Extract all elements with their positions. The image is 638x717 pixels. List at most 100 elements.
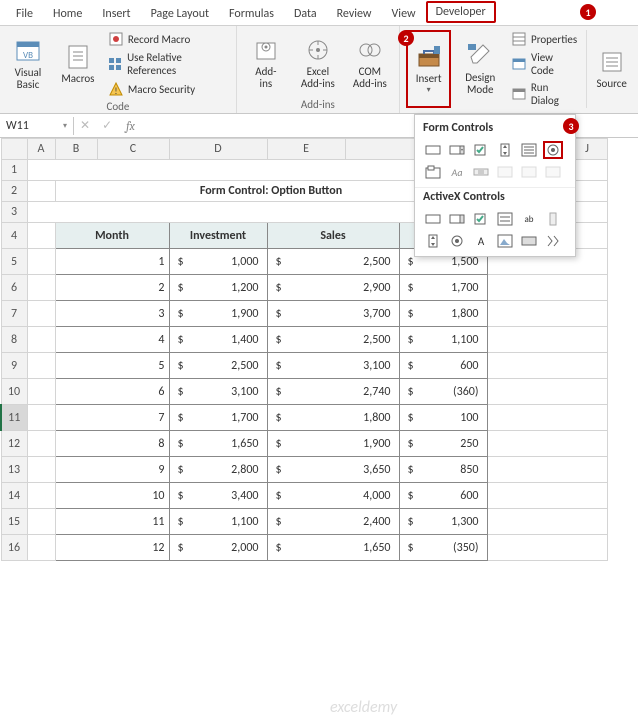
cell-sales[interactable]: $2,500 [267,327,399,353]
cell-profitloss[interactable]: $100 [399,405,487,431]
cell-investment[interactable]: $1,100 [169,509,267,535]
macro-security-button[interactable]: !Macro Security [106,80,230,98]
form-scroll-icon[interactable] [471,163,491,181]
cell-month[interactable]: 8 [55,431,169,457]
row-header[interactable]: 14 [1,483,27,509]
cell-month[interactable]: 9 [55,457,169,483]
row-header[interactable]: 6 [1,275,27,301]
row-header[interactable]: 8 [1,327,27,353]
cell-sales[interactable]: $2,500 [267,249,399,275]
cell-month[interactable]: 1 [55,249,169,275]
form-listbox-icon[interactable] [519,141,539,159]
fx-icon[interactable]: fx [118,119,143,133]
row-header[interactable]: 1 [1,160,27,181]
tab-view[interactable]: View [382,3,426,25]
cell-profitloss[interactable]: $1,700 [399,275,487,301]
cell-investment[interactable]: $1,400 [169,327,267,353]
properties-button[interactable]: Properties [509,30,580,48]
cell-month[interactable]: 11 [55,509,169,535]
cell-investment[interactable]: $1,000 [169,249,267,275]
row-header[interactable]: 13 [1,457,27,483]
cell-month[interactable]: 6 [55,379,169,405]
cell-sales[interactable]: $2,900 [267,275,399,301]
cell-sales[interactable]: $1,650 [267,535,399,561]
cell-profitloss[interactable]: $(360) [399,379,487,405]
ax-toggle-icon[interactable] [519,232,539,250]
ax-option-icon[interactable] [447,232,467,250]
cell-profitloss[interactable]: $600 [399,353,487,379]
form-checkbox-icon[interactable] [471,141,491,159]
col-header-A[interactable]: A [27,139,55,160]
cell-profitloss[interactable]: $1,100 [399,327,487,353]
cancel-formula-icon[interactable]: ✕ [74,118,96,133]
run-dialog-button[interactable]: Run Dialog [509,80,580,108]
name-box[interactable]: W11▾ [0,117,74,135]
row-header[interactable]: 5 [1,249,27,275]
col-header-C[interactable]: C [97,139,169,160]
cell-sales[interactable]: $3,650 [267,457,399,483]
col-header-B[interactable]: B [55,139,97,160]
addins-button[interactable]: Add-ins [243,30,289,96]
row-header[interactable]: 10 [1,379,27,405]
cell-investment[interactable]: $3,400 [169,483,267,509]
cell-sales[interactable]: $2,740 [267,379,399,405]
cell-sales[interactable]: $3,100 [267,353,399,379]
cell-profitloss[interactable]: $250 [399,431,487,457]
macros-button[interactable]: Macros [56,30,100,98]
cell-investment[interactable]: $1,900 [169,301,267,327]
form-label-icon[interactable]: Aa [447,163,467,181]
cell-investment[interactable]: $1,200 [169,275,267,301]
form-option-button-icon[interactable] [543,141,563,159]
header-investment[interactable]: Investment [169,223,267,249]
cell-profitloss[interactable]: $1,800 [399,301,487,327]
cell-sales[interactable]: $2,400 [267,509,399,535]
tab-home[interactable]: Home [43,3,92,25]
form-button-icon[interactable] [423,141,443,159]
cell-investment[interactable]: $2,000 [169,535,267,561]
row-header[interactable]: 9 [1,353,27,379]
ax-more-icon[interactable] [543,232,563,250]
tab-formulas[interactable]: Formulas [219,3,284,25]
ax-scroll-icon[interactable] [543,210,563,228]
ax-button-icon[interactable] [423,210,443,228]
cell-profitloss[interactable]: $1,300 [399,509,487,535]
cell-sales[interactable]: $4,000 [267,483,399,509]
cell-sales[interactable]: $3,700 [267,301,399,327]
cell-month[interactable]: 5 [55,353,169,379]
row-header[interactable]: 3 [1,202,27,223]
cell-investment[interactable]: $1,700 [169,405,267,431]
col-header-D[interactable]: D [169,139,267,160]
cell-sales[interactable]: $1,900 [267,431,399,457]
tab-review[interactable]: Review [327,3,382,25]
cell-month[interactable]: 10 [55,483,169,509]
ax-spinner-icon[interactable] [423,232,443,250]
view-code-button[interactable]: View Code [509,50,580,78]
com-addins-button[interactable]: COMAdd-ins [347,30,393,96]
ax-label-icon[interactable]: A [471,232,491,250]
cell-investment[interactable]: $2,500 [169,353,267,379]
tab-developer[interactable]: Developer [426,1,496,23]
ax-textbox-icon[interactable]: ab [519,210,539,228]
ax-listbox-icon[interactable] [495,210,515,228]
ax-combo-icon[interactable] [447,210,467,228]
cell-month[interactable]: 4 [55,327,169,353]
ax-image-icon[interactable] [495,232,515,250]
form-groupbox-icon[interactable] [423,163,443,181]
form-spinner-icon[interactable] [495,141,515,159]
cell-investment[interactable]: $3,100 [169,379,267,405]
cell-profitloss[interactable]: $850 [399,457,487,483]
cell-sales[interactable]: $1,800 [267,405,399,431]
cell-investment[interactable]: $1,650 [169,431,267,457]
header-month[interactable]: Month [55,223,169,249]
row-header[interactable]: 12 [1,431,27,457]
record-macro-button[interactable]: Record Macro [106,30,230,48]
accept-formula-icon[interactable]: ✓ [96,118,118,133]
cell-month[interactable]: 12 [55,535,169,561]
row-header[interactable]: 16 [1,535,27,561]
tab-insert[interactable]: Insert [92,3,140,25]
form-combo-icon[interactable] [447,141,467,159]
col-header-E[interactable]: E [267,139,345,160]
cell-investment[interactable]: $2,800 [169,457,267,483]
cell-month[interactable]: 2 [55,275,169,301]
cell-profitloss[interactable]: $(350) [399,535,487,561]
